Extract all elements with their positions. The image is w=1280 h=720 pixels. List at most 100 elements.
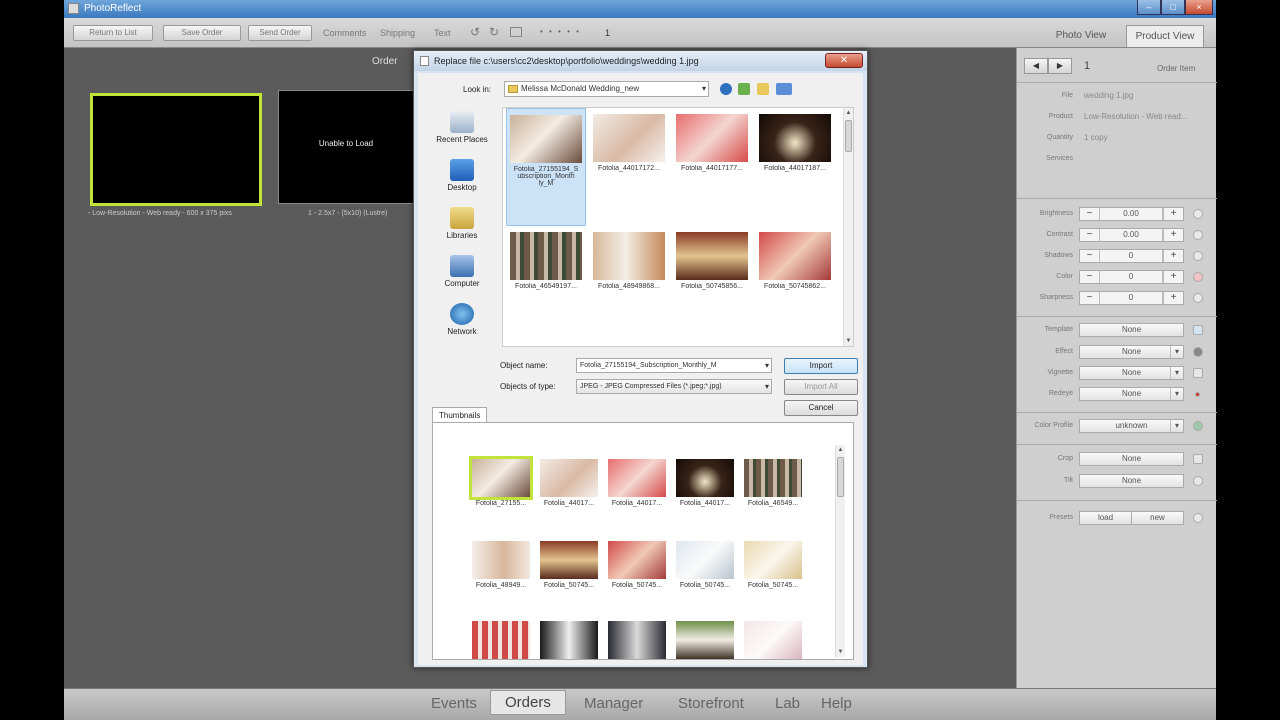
presets-new-button[interactable]: new bbox=[1131, 511, 1184, 525]
presets-load-button[interactable]: load bbox=[1079, 511, 1132, 525]
scroll-up-icon[interactable]: ▲ bbox=[844, 110, 853, 116]
sharpness-stepper[interactable]: −0 + bbox=[1079, 291, 1184, 305]
scroll-down-icon[interactable]: ▼ bbox=[836, 649, 845, 655]
plus-icon[interactable]: + bbox=[1163, 229, 1183, 241]
minimize-button[interactable]: – bbox=[1137, 0, 1161, 15]
object-type-select[interactable]: JPEG - JPEG Compressed Files (*.jpeg;*.j… bbox=[576, 379, 772, 394]
page-dots-icon[interactable]: • • • • • bbox=[540, 27, 581, 36]
plus-icon[interactable]: + bbox=[1163, 292, 1183, 304]
thumbnail-item[interactable]: Fotolia_50745... bbox=[673, 541, 737, 589]
file-item[interactable]: Fotolia_44017172... bbox=[589, 108, 669, 172]
return-to-list-button[interactable]: Return to List bbox=[73, 25, 153, 41]
brightness-stepper[interactable]: −0.00 + bbox=[1079, 207, 1184, 221]
crop-icon[interactable] bbox=[510, 27, 522, 37]
file-item[interactable]: Fotolia_46549197... bbox=[506, 226, 586, 290]
thumbnail-item[interactable] bbox=[605, 621, 669, 662]
template-select[interactable]: None bbox=[1079, 323, 1184, 337]
tab-product-view[interactable]: Product View bbox=[1126, 25, 1204, 47]
file-item[interactable]: Fotolia_27155194_S ubscription_Month ly_… bbox=[506, 108, 586, 226]
import-button[interactable]: Import bbox=[784, 358, 858, 374]
thumbnail-item[interactable]: Fotolia_27155... bbox=[469, 456, 533, 507]
save-order-button[interactable]: Save Order bbox=[163, 25, 241, 41]
plus-icon[interactable]: + bbox=[1163, 208, 1183, 220]
thumbnail-item[interactable] bbox=[537, 621, 601, 662]
redeye-select[interactable]: None bbox=[1079, 387, 1184, 401]
dialog-close-button[interactable]: ✕ bbox=[825, 53, 863, 68]
back-icon[interactable] bbox=[720, 83, 732, 95]
view-menu-icon[interactable] bbox=[776, 83, 792, 95]
plus-icon[interactable]: + bbox=[1163, 271, 1183, 283]
order-item-card[interactable] bbox=[90, 93, 262, 206]
text-link[interactable]: Text bbox=[434, 28, 451, 38]
comments-link[interactable]: Comments bbox=[323, 28, 367, 38]
thumbnail-item[interactable]: Fotolia_44017... bbox=[673, 459, 737, 507]
plus-icon[interactable]: + bbox=[1163, 250, 1183, 262]
place-libraries[interactable]: Libraries bbox=[424, 207, 500, 240]
tab-storefront[interactable]: Storefront bbox=[678, 695, 744, 712]
shipping-link[interactable]: Shipping bbox=[380, 28, 415, 38]
tab-thumbnails[interactable]: Thumbnails bbox=[432, 407, 488, 423]
file-item[interactable]: Fotolia_44017177... bbox=[672, 108, 752, 172]
up-folder-icon[interactable] bbox=[738, 83, 750, 95]
import-all-button[interactable]: Import All bbox=[784, 379, 858, 395]
thumbnail-item[interactable]: Fotolia_46549... bbox=[741, 459, 805, 507]
file-item[interactable]: Fotolia_44017187... bbox=[755, 108, 835, 172]
shadows-stepper[interactable]: −0 + bbox=[1079, 249, 1184, 263]
effect-select[interactable]: None bbox=[1079, 345, 1184, 359]
contrast-stepper[interactable]: −0.00 + bbox=[1079, 228, 1184, 242]
color-profile-select[interactable]: unknown bbox=[1079, 419, 1184, 433]
tab-orders[interactable]: Orders bbox=[490, 690, 566, 715]
minus-icon[interactable]: − bbox=[1080, 250, 1100, 262]
tilt-select[interactable]: None bbox=[1079, 474, 1184, 488]
thumbnail-item[interactable] bbox=[673, 621, 737, 662]
place-desktop[interactable]: Desktop bbox=[424, 159, 500, 192]
thumbnail-item[interactable]: Fotolia_50745... bbox=[741, 541, 805, 589]
thumbnail-item[interactable]: Fotolia_50745... bbox=[605, 541, 669, 589]
thumbnail-item[interactable] bbox=[469, 621, 533, 662]
thumbnail-item[interactable]: Fotolia_44017... bbox=[537, 459, 601, 507]
previous-item-button[interactable]: ◀ bbox=[1024, 58, 1048, 74]
tab-help[interactable]: Help bbox=[821, 695, 852, 712]
rotate-right-icon[interactable]: ↻ bbox=[489, 25, 499, 39]
thumbnail-item[interactable] bbox=[741, 621, 805, 662]
next-item-button[interactable]: ▶ bbox=[1048, 58, 1072, 74]
minus-icon[interactable]: − bbox=[1080, 208, 1100, 220]
tab-lab[interactable]: Lab bbox=[775, 695, 800, 712]
minus-icon[interactable]: − bbox=[1080, 292, 1100, 304]
file-item[interactable]: Fotolia_50745856... bbox=[672, 226, 752, 290]
chevron-down-icon[interactable]: ▾ bbox=[765, 359, 769, 372]
crop-select[interactable]: None bbox=[1079, 452, 1184, 466]
thumbnail-item[interactable]: Fotolia_44017... bbox=[605, 459, 669, 507]
tab-manager[interactable]: Manager bbox=[584, 695, 643, 712]
scroll-up-icon[interactable]: ▲ bbox=[836, 447, 845, 453]
quantity-value[interactable]: 1 copy bbox=[1084, 133, 1108, 142]
place-network[interactable]: Network bbox=[424, 303, 500, 336]
rotate-left-icon[interactable]: ↺ bbox=[470, 25, 480, 39]
order-item-card[interactable]: Unable to Load bbox=[278, 90, 414, 204]
minus-icon[interactable]: − bbox=[1080, 229, 1100, 241]
scrollbar-thumb[interactable] bbox=[845, 120, 852, 152]
cancel-button[interactable]: Cancel bbox=[784, 400, 858, 416]
scrollbar-thumb[interactable] bbox=[837, 457, 844, 497]
color-stepper[interactable]: −0 + bbox=[1079, 270, 1184, 284]
file-list-scrollbar[interactable]: ▲ ▼ bbox=[843, 108, 853, 346]
object-name-field[interactable]: Fotolia_27155194_Subscription_Monthly_M … bbox=[576, 358, 772, 373]
scroll-down-icon[interactable]: ▼ bbox=[844, 338, 853, 344]
close-window-button[interactable]: × bbox=[1185, 0, 1213, 15]
product-value[interactable]: Low-Resolution - Web read... bbox=[1084, 112, 1187, 121]
thumbnail-item[interactable]: Fotolia_50745... bbox=[537, 541, 601, 589]
look-in-select[interactable]: Melissa McDonald Wedding_new ▾ bbox=[504, 81, 709, 97]
tab-events[interactable]: Events bbox=[431, 695, 477, 712]
send-order-button[interactable]: Send Order bbox=[248, 25, 312, 41]
file-item[interactable]: Fotolia_48949868... bbox=[589, 226, 669, 290]
place-computer[interactable]: Computer bbox=[424, 255, 500, 288]
thumbnails-scrollbar[interactable]: ▲ ▼ bbox=[835, 445, 845, 657]
file-item[interactable]: Fotolia_50745862... bbox=[755, 226, 835, 290]
thumbnail-item[interactable]: Fotolia_48949... bbox=[469, 541, 533, 589]
minus-icon[interactable]: − bbox=[1080, 271, 1100, 283]
place-recent-places[interactable]: Recent Places bbox=[424, 111, 500, 144]
tab-photo-view[interactable]: Photo View bbox=[1046, 25, 1116, 47]
vignette-select[interactable]: None bbox=[1079, 366, 1184, 380]
maximize-button[interactable]: □ bbox=[1161, 0, 1185, 15]
new-folder-icon[interactable] bbox=[757, 83, 769, 95]
